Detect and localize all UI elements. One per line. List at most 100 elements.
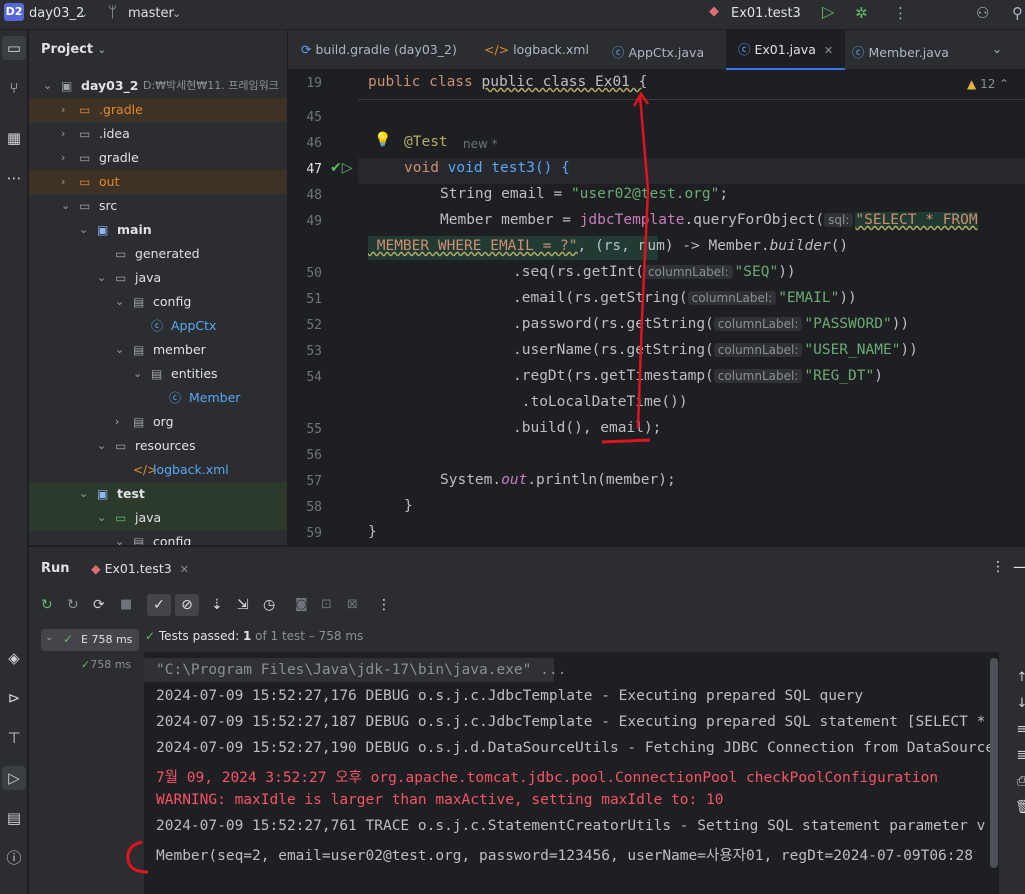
tab-member-java[interactable]: ⓒ Member.java bbox=[852, 42, 949, 61]
run-config-selector[interactable]: Ex01.test3 bbox=[731, 6, 801, 21]
minimize-icon[interactable]: — bbox=[1013, 557, 1025, 576]
chevron-down-icon[interactable]: ⌄ bbox=[115, 338, 124, 362]
chevron-down-icon[interactable]: ⌄ bbox=[792, 7, 801, 20]
tree-item-label: test bbox=[117, 486, 145, 501]
add-user-icon[interactable]: ⚇ bbox=[976, 4, 989, 22]
project-panel-title[interactable]: Project ⌄ bbox=[41, 42, 106, 57]
chevron-down-icon[interactable]: ⌄ bbox=[97, 434, 106, 458]
chevron-right-icon[interactable]: › bbox=[61, 98, 65, 122]
camera-icon[interactable]: ◙ bbox=[295, 597, 308, 612]
test-tree-subitem[interactable]: ✓758 ms bbox=[81, 658, 131, 671]
tree-item[interactable]: › ▭ .gradle bbox=[29, 98, 287, 122]
print-icon[interactable]: ⎙ bbox=[1015, 769, 1025, 795]
soft-wrap-icon[interactable]: ≡ bbox=[1015, 717, 1025, 743]
endpoints-tool-icon[interactable]: ⊳ bbox=[2, 686, 26, 710]
run-tab-ex01-test3[interactable]: ◆ Ex01.test3 ✕ bbox=[91, 561, 189, 576]
branch-switcher[interactable]: master bbox=[128, 6, 174, 21]
tree-item[interactable]: ⓒ AppCtx bbox=[29, 314, 287, 338]
import-icon[interactable]: ⊡ bbox=[321, 597, 332, 612]
build-tool-icon[interactable]: ⊤ bbox=[2, 726, 26, 750]
tree-item[interactable]: ⌄ ▤ config bbox=[29, 530, 287, 545]
tree-item[interactable]: ⓒ Member bbox=[29, 386, 287, 410]
chevron-right-icon[interactable]: › bbox=[61, 122, 65, 146]
line-number: 54 bbox=[306, 370, 322, 385]
chevron-down-icon[interactable]: ⌄ bbox=[79, 7, 88, 20]
line-number: 52 bbox=[306, 318, 322, 333]
tree-item[interactable]: ⌄ ▣ main bbox=[29, 218, 287, 242]
collapse-icon[interactable]: ⇲ bbox=[237, 597, 249, 613]
commit-tool-icon[interactable]: ⑂ bbox=[2, 76, 26, 100]
tree-item[interactable]: ▭ generated bbox=[29, 242, 287, 266]
debug-icon[interactable]: ✲ bbox=[855, 4, 868, 22]
run-test-gutter-icon[interactable]: ✔▷ bbox=[330, 160, 353, 176]
chevron-down-icon[interactable]: ⌄ bbox=[61, 194, 70, 218]
test-tree-item[interactable]: ⌄ ✓ E 758 ms bbox=[41, 629, 139, 651]
tree-item[interactable]: ⌄ ▤ config bbox=[29, 290, 287, 314]
package-icon: ▤ bbox=[133, 415, 145, 429]
more-icon[interactable]: ⋮ bbox=[377, 597, 391, 613]
rerun-failed-icon[interactable]: ↻ bbox=[67, 597, 79, 613]
chevron-down-icon[interactable]: ⌄ bbox=[115, 530, 124, 545]
chevron-down-icon[interactable]: ⌄ bbox=[115, 290, 124, 314]
tree-item[interactable]: ⌄ ▭ java bbox=[29, 266, 287, 290]
code-editor[interactable]: public class public class Ex01 { ▲ 12 ⌃ … bbox=[358, 70, 1025, 546]
scroll-end-icon[interactable]: ≣ bbox=[1015, 743, 1025, 769]
tree-item[interactable]: ⌄ ▭ java bbox=[29, 506, 287, 530]
show-ignored-toggle[interactable]: ⊘ bbox=[175, 594, 199, 616]
scroll-down-icon[interactable]: ↓ bbox=[1015, 691, 1025, 717]
run-tool-icon[interactable]: ▷ bbox=[2, 766, 26, 790]
rerun-icon[interactable]: ↻ bbox=[41, 597, 53, 613]
tree-item[interactable]: ⌄ ▣ day03_2 D:₩박세현₩11. 프레임워크 bbox=[29, 74, 287, 98]
tab-logback-xml[interactable]: </> logback.xml bbox=[484, 42, 589, 57]
more-tools-icon[interactable]: ⋯ bbox=[2, 166, 26, 190]
chevron-right-icon[interactable]: › bbox=[115, 410, 119, 434]
console-output[interactable]: "C:\Program Files\Java\jdk-17\bin\java.e… bbox=[144, 652, 999, 894]
tree-item[interactable]: </> logback.xml bbox=[29, 458, 287, 482]
chevron-down-icon[interactable]: ⌄ bbox=[79, 218, 88, 242]
close-icon[interactable]: ✕ bbox=[824, 44, 833, 57]
close-icon[interactable]: ✕ bbox=[180, 563, 189, 576]
chevron-down-icon[interactable]: ⌄ bbox=[97, 266, 106, 290]
stop-icon[interactable]: ■ bbox=[120, 597, 132, 612]
search-icon[interactable]: ⚲ bbox=[1012, 4, 1023, 22]
project-switcher[interactable]: day03_2 bbox=[29, 6, 84, 21]
tab-ex01-java[interactable]: ⓒ Ex01.java ✕ bbox=[726, 30, 846, 70]
show-passed-toggle[interactable]: ✓ bbox=[147, 594, 171, 616]
console-scrollbar[interactable] bbox=[990, 658, 998, 868]
chevron-down-icon[interactable]: ⌄ bbox=[133, 362, 142, 386]
chevron-right-icon[interactable]: › bbox=[61, 170, 65, 194]
chevron-down-icon[interactable]: ⌄ bbox=[79, 482, 88, 506]
export-icon[interactable]: ⊠ bbox=[347, 597, 358, 612]
project-badge[interactable]: D2 bbox=[4, 3, 24, 21]
run-panel-title: Run bbox=[41, 561, 70, 576]
tree-item[interactable]: › ▭ .idea bbox=[29, 122, 287, 146]
problems-tool-icon[interactable]: ⓘ bbox=[2, 846, 26, 870]
toggle-auto-test-icon[interactable]: ⟳ bbox=[93, 597, 105, 613]
tree-item[interactable]: ⌄ ▭ resources bbox=[29, 434, 287, 458]
terminal-tool-icon[interactable]: ▤ bbox=[2, 806, 26, 830]
tab-appctx-java[interactable]: ⓒ AppCtx.java bbox=[612, 42, 704, 61]
tree-item[interactable]: ⌄ ▣ test bbox=[29, 482, 287, 506]
more-icon[interactable]: ⋮ bbox=[991, 559, 1005, 575]
chevron-down-icon[interactable]: ⌄ bbox=[97, 506, 106, 530]
trash-icon[interactable]: 🗑 bbox=[1015, 795, 1025, 821]
tab-list-chevron-icon[interactable]: ⌄ bbox=[992, 42, 1002, 56]
more-icon[interactable]: ⋮ bbox=[893, 4, 908, 22]
tree-item[interactable]: ⌄ ▤ member bbox=[29, 338, 287, 362]
tree-item[interactable]: › ▭ out bbox=[29, 170, 287, 194]
structure-tool-icon[interactable]: ▦ bbox=[2, 126, 26, 150]
tree-item[interactable]: ⌄ ▭ src bbox=[29, 194, 287, 218]
history-icon[interactable]: ◷ bbox=[263, 597, 275, 613]
tab-build-gradle[interactable]: ⟳ build.gradle (day03_2) bbox=[301, 42, 457, 57]
chevron-down-icon[interactable]: ⌄ bbox=[172, 7, 181, 20]
project-tool-icon[interactable]: ▭ bbox=[2, 36, 26, 60]
chevron-down-icon[interactable]: ⌄ bbox=[43, 74, 52, 98]
scroll-up-icon[interactable]: ↑ bbox=[1015, 665, 1025, 691]
chevron-right-icon[interactable]: › bbox=[61, 146, 65, 170]
tree-item[interactable]: › ▭ gradle bbox=[29, 146, 287, 170]
tree-item[interactable]: › ▤ org bbox=[29, 410, 287, 434]
run-icon[interactable]: ▷ bbox=[822, 2, 834, 21]
tree-item[interactable]: ⌄ ▤ entities bbox=[29, 362, 287, 386]
sort-icon[interactable]: ⇣ bbox=[211, 597, 223, 613]
services-tool-icon[interactable]: ◈ bbox=[2, 646, 26, 670]
